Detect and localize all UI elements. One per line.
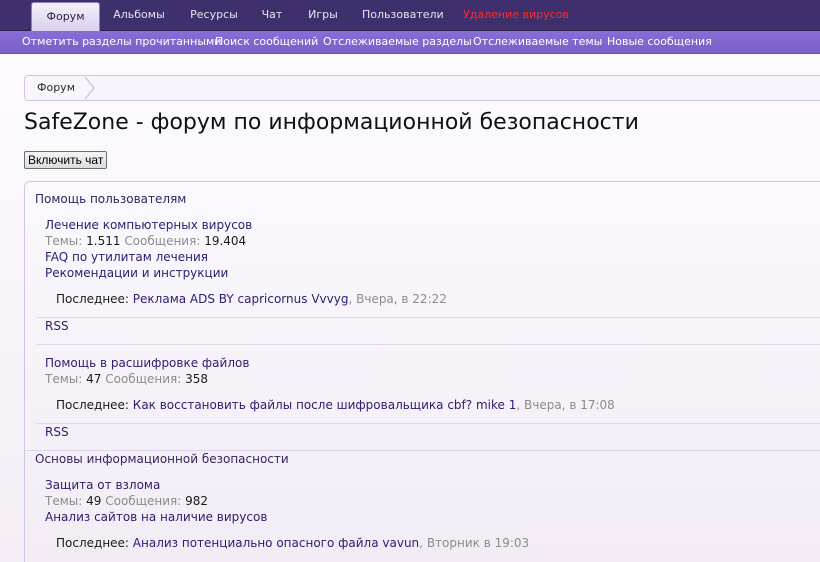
latest-post: Последнее: Анализ потенциально опасного … — [56, 536, 530, 550]
forum-title[interactable]: Лечение компьютерных вирусов — [45, 218, 252, 232]
posts-count: 358 — [185, 372, 209, 386]
forum-title[interactable]: Помощь в расшифровке файлов — [45, 356, 249, 370]
subforum-link[interactable]: FAQ по утилитам лечения — [45, 250, 208, 264]
latest-label: Последнее: — [56, 292, 129, 306]
mark-forums-read-link[interactable]: Отметить разделы прочитанными — [22, 31, 221, 53]
latest-thread-link[interactable]: Как восстановить файлы после шифровальщи… — [133, 398, 472, 412]
watched-threads-link[interactable]: Отслеживаемые темы — [473, 31, 602, 53]
tab-games[interactable]: Игры — [305, 0, 341, 30]
tab-users[interactable]: Пользователи — [362, 0, 444, 30]
tab-virus-removal[interactable]: Удаление вирусов — [463, 0, 569, 30]
rss-link[interactable]: RSS — [45, 319, 69, 333]
divider — [36, 423, 820, 424]
latest-time: Вторник в 19:03 — [426, 536, 530, 550]
topics-label: Темы: — [45, 494, 83, 508]
tab-albums[interactable]: Альбомы — [108, 0, 170, 30]
forum-stats: Темы: 49 Сообщения: 982 — [45, 494, 208, 508]
topics-label: Темы: — [45, 234, 83, 248]
tab-chat[interactable]: Чат — [258, 0, 286, 30]
latest-time: Вчера, в 22:22 — [356, 292, 447, 306]
posts-count: 19.404 — [204, 234, 247, 248]
topics-count: 47 — [86, 372, 102, 386]
divider — [36, 344, 820, 345]
latest-user-link[interactable]: vavun — [382, 536, 419, 550]
category-title[interactable]: Основы информационной безопасности — [35, 452, 289, 466]
latest-time: Вчера, в 17:08 — [524, 398, 615, 412]
posts-label: Сообщения: — [105, 494, 182, 508]
rss-link[interactable]: RSS — [45, 425, 69, 439]
divider — [36, 317, 820, 318]
latest-user-link[interactable]: mike 1 — [476, 398, 516, 412]
page-title: SafeZone - форум по информационной безоп… — [24, 110, 639, 135]
forum-title[interactable]: Защита от взлома — [45, 478, 160, 492]
latest-thread-link[interactable]: Анализ потенциально опасного файла — [133, 536, 379, 550]
topics-label: Темы: — [45, 372, 83, 386]
watched-forums-link[interactable]: Отслеживаемые разделы — [323, 31, 472, 53]
enable-chat-button[interactable]: Включить чат — [24, 151, 108, 169]
category-title[interactable]: Помощь пользователям — [35, 192, 186, 206]
sub-navigation: Отметить разделы прочитанными Поиск сооб… — [0, 31, 820, 54]
tab-forum[interactable]: Форум — [31, 2, 100, 32]
search-posts-link[interactable]: Поиск сообщений — [215, 31, 318, 53]
latest-label: Последнее: — [56, 536, 129, 550]
latest-post: Последнее: Как восстановить файлы после … — [56, 398, 615, 412]
forum-stats: Темы: 47 Сообщения: 358 — [45, 372, 208, 386]
posts-count: 982 — [185, 494, 209, 508]
subforum-link[interactable]: Анализ сайтов на наличие вирусов — [45, 510, 267, 524]
new-posts-link[interactable]: Новые сообщения — [607, 31, 712, 53]
topics-count: 1.511 — [86, 234, 121, 248]
latest-post: Последнее: Реклама ADS BY capricornus Vv… — [56, 292, 447, 306]
subforum-link[interactable]: Рекомендации и инструкции — [45, 266, 228, 280]
forum-stats: Темы: 1.511 Сообщения: 19.404 — [45, 234, 246, 248]
topics-count: 49 — [86, 494, 102, 508]
tab-resources[interactable]: Ресурсы — [186, 0, 242, 30]
breadcrumb-item-forum[interactable]: Форум — [25, 76, 87, 100]
posts-label: Сообщения: — [105, 372, 182, 386]
main-navigation: Форум Альбомы Ресурсы Чат Игры Пользоват… — [0, 0, 820, 32]
breadcrumb: Форум — [24, 75, 820, 101]
latest-label: Последнее: — [56, 398, 129, 412]
latest-thread-link[interactable]: Реклама ADS BY capricornus — [133, 292, 308, 306]
latest-user-link[interactable]: Vvvyg — [311, 292, 348, 306]
divider — [26, 450, 820, 451]
posts-label: Сообщения: — [124, 234, 201, 248]
